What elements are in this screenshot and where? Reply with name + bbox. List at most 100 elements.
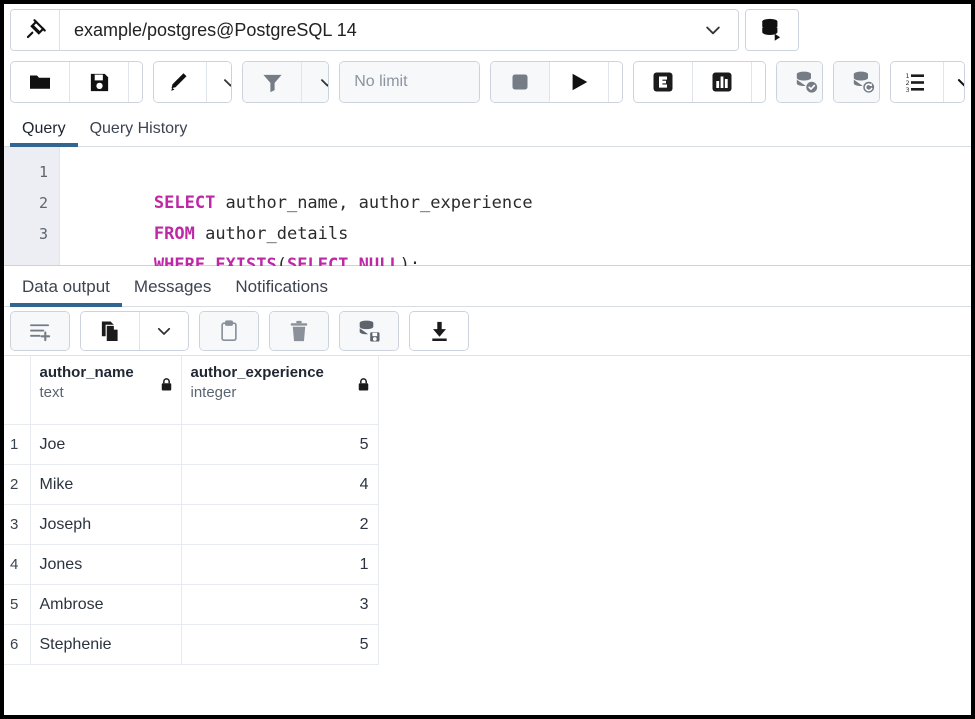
save-file-options-button[interactable]	[129, 62, 143, 102]
query-toolbar: No limit	[4, 56, 971, 108]
column-header-author-experience[interactable]: author_experience integer	[181, 356, 378, 425]
save-data-changes-button[interactable]	[340, 312, 398, 350]
save-file-button[interactable]	[70, 62, 129, 102]
explain-options-button[interactable]	[752, 62, 766, 102]
data-output-toolbar	[4, 307, 971, 356]
tab-messages[interactable]: Messages	[122, 271, 223, 306]
tab-data-output[interactable]: Data output	[10, 271, 122, 306]
pgadmin-query-tool: example/postgres@PostgreSQL 14	[4, 4, 971, 715]
cell-author-experience[interactable]: 5	[181, 625, 378, 665]
column-header-author-name[interactable]: author_name text	[30, 356, 181, 425]
cell-author-name[interactable]: Jones	[30, 545, 181, 585]
cell-author-experience[interactable]: 1	[181, 545, 378, 585]
lock-icon	[159, 376, 174, 393]
delete-row-group	[269, 311, 329, 351]
cell-author-name[interactable]: Ambrose	[30, 585, 181, 625]
tab-query-history[interactable]: Query History	[78, 116, 200, 146]
editor-gutter: 1 2 3	[4, 147, 60, 265]
row-limit-label: No limit	[354, 73, 407, 91]
cell-author-name[interactable]: Mike	[30, 465, 181, 505]
table-row[interactable]: 6 Stephenie 5	[4, 625, 378, 665]
database-rollback-icon	[851, 70, 876, 95]
tab-query[interactable]: Query	[10, 116, 78, 146]
copy-button[interactable]	[81, 312, 140, 350]
bar-chart-icon	[710, 70, 734, 94]
code-line: SELECT author_name, author_experience	[72, 157, 971, 188]
table-row[interactable]: 4 Jones 1	[4, 545, 378, 585]
download-group	[409, 311, 469, 351]
row-number: 4	[4, 545, 30, 585]
stop-query-button[interactable]	[491, 62, 550, 102]
line-number: 2	[4, 188, 59, 219]
svg-text:3: 3	[906, 86, 910, 94]
results-grid: author_name text author_experience integ…	[4, 356, 379, 665]
line-number: 1	[4, 157, 59, 188]
table-row[interactable]: 2 Mike 4	[4, 465, 378, 505]
grid-header-row: author_name text author_experience integ…	[4, 356, 378, 425]
cell-author-experience[interactable]: 5	[181, 425, 378, 465]
sql-text: author_name, author_experience	[215, 193, 532, 213]
add-row-icon	[29, 320, 52, 343]
column-name: author_name	[40, 364, 173, 381]
delete-row-button[interactable]	[270, 312, 328, 350]
sql-editor[interactable]: 1 2 3 SELECT author_name, author_experie…	[4, 147, 971, 266]
row-limit-select[interactable]: No limit	[340, 62, 480, 102]
table-row[interactable]: 3 Joseph 2	[4, 505, 378, 545]
copy-group	[80, 311, 189, 351]
sql-text: author_details	[195, 224, 349, 244]
explain-e-icon	[651, 70, 675, 94]
commit-button[interactable]	[777, 62, 823, 102]
explain-button[interactable]	[634, 62, 693, 102]
copy-options-button[interactable]	[140, 312, 188, 350]
download-csv-button[interactable]	[410, 312, 468, 350]
execute-options-button[interactable]	[609, 62, 623, 102]
tab-notifications[interactable]: Notifications	[223, 271, 340, 306]
line-number: 3	[4, 219, 59, 250]
cell-author-experience[interactable]: 3	[181, 585, 378, 625]
cell-author-name[interactable]: Joe	[30, 425, 181, 465]
database-connect-icon	[746, 10, 798, 50]
execute-button-group	[490, 61, 623, 103]
commit-button-group	[776, 61, 823, 103]
open-file-button[interactable]	[11, 62, 70, 102]
row-number-header	[4, 356, 30, 425]
macros-button[interactable]: 1 2 3	[891, 62, 944, 102]
output-tab-bar: Data output Messages Notifications	[4, 266, 971, 307]
save-data-group	[339, 311, 399, 351]
sql-keyword: SELECT	[154, 193, 215, 213]
paste-button[interactable]	[200, 312, 258, 350]
cell-author-experience[interactable]: 2	[181, 505, 378, 545]
row-number: 6	[4, 625, 30, 665]
edit-button[interactable]	[154, 62, 207, 102]
connection-chevron-down-icon[interactable]	[688, 10, 738, 50]
copy-icon	[99, 320, 122, 343]
lock-icon	[356, 376, 371, 393]
filter-button-group	[242, 61, 329, 103]
rollback-button-group	[833, 61, 880, 103]
explain-analyze-button[interactable]	[693, 62, 752, 102]
connect-database-button[interactable]	[745, 9, 799, 51]
rollback-button[interactable]	[834, 62, 880, 102]
results-grid-container[interactable]: author_name text author_experience integ…	[4, 356, 971, 715]
trash-icon	[288, 320, 310, 342]
connection-title: example/postgres@PostgreSQL 14	[60, 10, 688, 50]
add-row-button[interactable]	[11, 312, 69, 350]
filter-button[interactable]	[243, 62, 302, 102]
connection-plug-icon	[11, 10, 60, 50]
add-row-group	[10, 311, 70, 351]
macros-caret[interactable]	[944, 62, 965, 102]
cell-author-experience[interactable]: 4	[181, 465, 378, 505]
cell-author-name[interactable]: Joseph	[30, 505, 181, 545]
execute-query-button[interactable]	[550, 62, 609, 102]
editor-code[interactable]: SELECT author_name, author_experience FR…	[60, 147, 971, 265]
table-row[interactable]: 5 Ambrose 3	[4, 585, 378, 625]
edit-options-button[interactable]	[207, 62, 232, 102]
column-type: text	[40, 384, 173, 401]
connection-selector[interactable]: example/postgres@PostgreSQL 14	[10, 9, 739, 51]
table-row[interactable]: 1 Joe 5	[4, 425, 378, 465]
clipboard-icon	[218, 320, 240, 342]
filter-options-button[interactable]	[302, 62, 329, 102]
column-type: integer	[191, 384, 370, 401]
cell-author-name[interactable]: Stephenie	[30, 625, 181, 665]
column-name: author_experience	[191, 364, 370, 381]
